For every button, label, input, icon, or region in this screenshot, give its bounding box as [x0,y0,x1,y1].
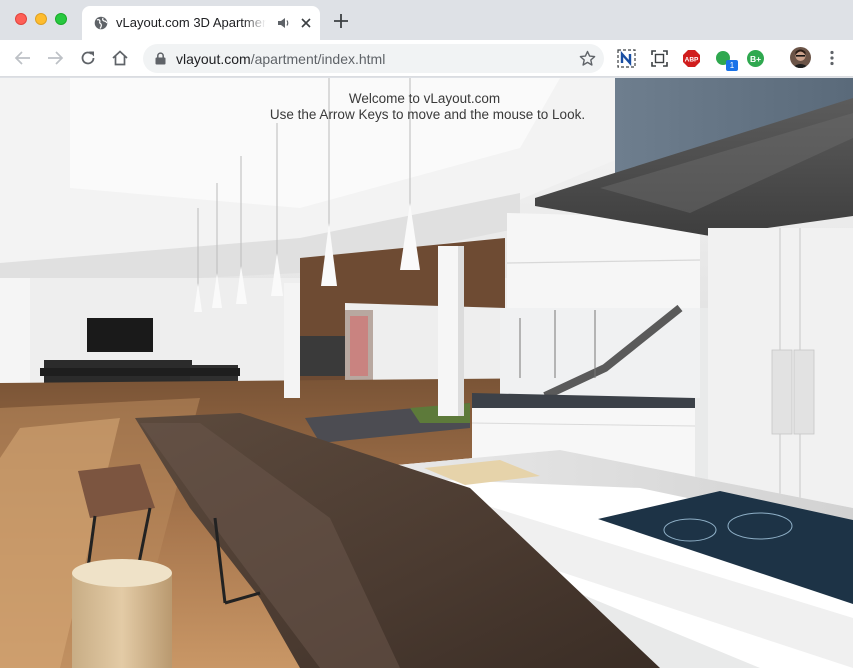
address-bar[interactable]: vlayout.com/apartment/index.html [143,44,604,73]
globe-icon [94,16,108,30]
profile-avatar[interactable] [790,47,811,68]
tab-title: vLayout.com 3D Apartment [116,15,266,30]
menu-kebab-icon[interactable] [826,49,838,67]
adblock-plus-icon[interactable]: ABP [682,49,701,68]
bookmark-star-icon[interactable] [579,50,596,67]
close-tab-icon[interactable] [298,15,314,31]
forward-arrow-icon[interactable] [46,49,64,67]
minimize-window-button[interactable] [35,13,47,25]
screenshot-icon[interactable] [650,49,669,68]
instructions-text: Use the Arrow Keys to move and the mouse… [269,107,586,122]
reload-icon[interactable] [79,49,97,67]
avatar-image [790,47,811,68]
extension-badge: 1 [726,60,738,71]
lock-icon[interactable] [155,52,166,65]
b-plus-label: B+ [750,54,761,64]
back-arrow-icon[interactable] [14,49,32,67]
b-plus-extension-icon[interactable]: B+ [746,49,765,68]
apartment-scene [0,78,853,668]
new-tab-icon[interactable] [332,12,350,30]
home-icon[interactable] [111,49,129,67]
3d-viewport-canvas[interactable]: Welcome to vLayout.com Use the Arrow Key… [0,78,853,668]
close-window-button[interactable] [15,13,27,25]
url-host: vlayout.com [176,51,251,67]
tab-strip: vLayout.com 3D Apartment [0,0,853,40]
abp-label: ABP [685,57,699,64]
url-path: /apartment/index.html [250,51,386,67]
speaker-icon[interactable] [277,16,291,30]
zoom-window-button[interactable] [55,13,67,25]
url-text[interactable]: vlayout.com/apartment/index.html [176,51,385,67]
n-extension-icon[interactable] [617,49,636,68]
tab-active[interactable]: vLayout.com 3D Apartment [82,6,320,40]
welcome-text: Welcome to vLayout.com [348,91,501,106]
